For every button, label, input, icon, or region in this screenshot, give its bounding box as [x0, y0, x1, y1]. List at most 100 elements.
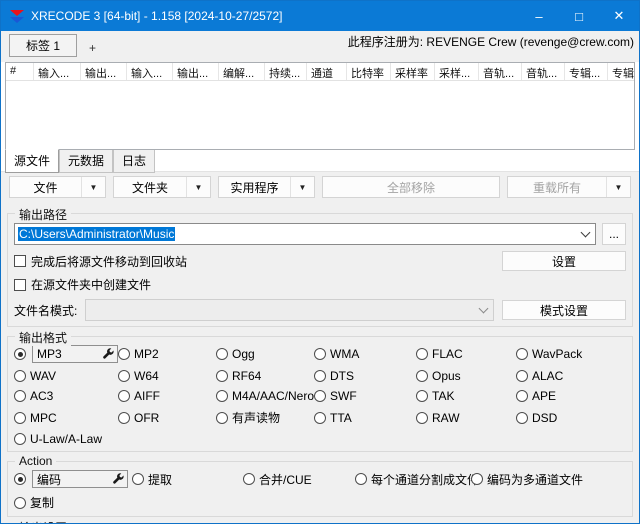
radio-icon — [118, 370, 130, 382]
radio-icon — [14, 390, 26, 402]
format-radio-tak[interactable]: TAK — [416, 389, 516, 403]
column-header[interactable]: # — [6, 63, 34, 80]
reload-all-button[interactable]: 重载所有 ▼ — [507, 176, 631, 198]
format-radio-raw[interactable]: RAW — [416, 409, 516, 426]
checkbox-icon — [14, 279, 26, 291]
format-radio-audiobook[interactable]: 有声读物 — [216, 409, 314, 426]
radio-icon — [355, 473, 367, 485]
format-radio-ulaw[interactable]: U-Law/A-Law — [14, 432, 118, 446]
settings-button[interactable]: 设置 — [502, 251, 626, 271]
xrecode-window: XRECODE 3 [64-bit] - 1.158 [2024-10-27/2… — [0, 0, 640, 524]
action-radio-extract[interactable]: 提取 — [132, 470, 243, 488]
chevron-down-icon[interactable]: ▼ — [290, 177, 314, 197]
format-radio-opus[interactable]: Opus — [416, 369, 516, 383]
format-radio-dts[interactable]: DTS — [314, 369, 416, 383]
browse-button[interactable]: ... — [602, 223, 626, 245]
format-radio-dsd[interactable]: DSD — [516, 409, 626, 426]
column-header[interactable]: 专辑... — [608, 63, 635, 80]
chevron-down-icon[interactable]: ▼ — [81, 177, 105, 197]
action-radio-split-channels[interactable]: 每个通道分割成文件 — [355, 470, 471, 488]
source-files-page: # 输入... 输出... 输入... 输出... 编解... 持续... 通道… — [1, 62, 639, 172]
format-radio-rf64[interactable]: RF64 — [216, 369, 314, 383]
radio-icon — [516, 370, 528, 382]
action-radio-multichannel[interactable]: 编码为多通道文件 — [471, 470, 626, 488]
maximize-icon[interactable]: □ — [559, 1, 599, 31]
tab-source-files[interactable]: 源文件 — [5, 149, 59, 173]
format-radio-ofr[interactable]: OFR — [118, 409, 216, 426]
column-header[interactable]: 编解... — [219, 63, 265, 80]
radio-icon — [516, 390, 528, 402]
radio-icon — [416, 348, 428, 360]
output-path-value: C:\Users\Administrator\Music — [18, 227, 175, 241]
tab-log[interactable]: 日志 — [113, 150, 155, 173]
column-header[interactable]: 比特率 — [347, 63, 391, 80]
chevron-down-icon[interactable] — [581, 228, 591, 238]
radio-icon — [216, 390, 228, 402]
action-radio-encode[interactable]: 编码 — [14, 470, 132, 488]
column-header[interactable]: 输入... — [34, 63, 81, 80]
radio-icon — [216, 348, 228, 360]
radio-icon — [132, 473, 144, 485]
radio-icon — [118, 412, 130, 424]
output-path-group: 输出路径 C:\Users\Administrator\Music ... 完成… — [7, 213, 633, 327]
wrench-icon[interactable] — [112, 473, 124, 485]
column-header[interactable]: 通道 — [307, 63, 347, 80]
format-radio-alac[interactable]: ALAC — [516, 369, 626, 383]
format-radio-w64[interactable]: W64 — [118, 369, 216, 383]
action-radio-merge-cue[interactable]: 合并/CUE — [243, 470, 355, 488]
format-radio-tta[interactable]: TTA — [314, 409, 416, 426]
tab-metadata[interactable]: 元数据 — [59, 150, 113, 173]
registration-text: 此程序注册为: REVENGE Crew (revenge@crew.com) — [348, 33, 634, 50]
format-radio-mp3[interactable]: MP3 — [14, 345, 118, 363]
format-radio-mpc[interactable]: MPC — [14, 409, 118, 426]
radio-icon — [314, 348, 326, 360]
format-radio-ape[interactable]: APE — [516, 389, 626, 403]
format-radio-ac3[interactable]: AC3 — [14, 389, 118, 403]
column-header[interactable]: 输出... — [81, 63, 127, 80]
radio-icon — [416, 370, 428, 382]
column-header[interactable]: 输入... — [127, 63, 173, 80]
file-list[interactable]: # 输入... 输出... 输入... 输出... 编解... 持续... 通道… — [5, 62, 635, 150]
filename-pattern-combo[interactable] — [85, 299, 494, 321]
chevron-down-icon[interactable]: ▼ — [186, 177, 210, 197]
column-header[interactable]: 输出... — [173, 63, 219, 80]
format-radio-wavpack[interactable]: WavPack — [516, 345, 626, 363]
format-radio-ogg[interactable]: Ogg — [216, 345, 314, 363]
create-in-source-checkbox[interactable]: 在源文件夹中创建文件 — [14, 276, 151, 293]
radio-icon — [416, 390, 428, 402]
chevron-down-icon[interactable]: ▼ — [606, 177, 630, 197]
format-radio-m4a[interactable]: M4A/AAC/Nero — [216, 389, 314, 403]
output-path-combo[interactable]: C:\Users\Administrator\Music — [14, 223, 596, 245]
close-icon[interactable]: ✕ — [599, 1, 639, 31]
radio-icon — [14, 473, 26, 485]
column-header[interactable]: 采样... — [435, 63, 479, 80]
action-group: Action 编码 提取 合并/CUE 每个通道分割成文件 编码为多通道文件 复… — [7, 461, 633, 517]
format-radio-flac[interactable]: FLAC — [416, 345, 516, 363]
column-header[interactable]: 专辑... — [565, 63, 608, 80]
folder-button[interactable]: 文件夹 ▼ — [113, 176, 211, 198]
column-header[interactable]: 音轨... — [522, 63, 565, 80]
filename-pattern-label: 文件名模式: — [14, 302, 77, 319]
group-label: 输出路径 — [15, 206, 71, 223]
output-format-group: 输出格式 MP3 MP2 Ogg WMA FLAC WavPack WAV W6… — [7, 336, 633, 452]
format-radio-wma[interactable]: WMA — [314, 345, 416, 363]
column-header[interactable]: 持续... — [265, 63, 307, 80]
minimize-icon[interactable]: – — [519, 1, 559, 31]
radio-icon — [416, 412, 428, 424]
column-header[interactable]: 音轨... — [479, 63, 522, 80]
action-radio-copy[interactable]: 复制 — [14, 494, 132, 511]
add-tab-button[interactable]: + — [77, 39, 108, 57]
file-button[interactable]: 文件 ▼ — [9, 176, 106, 198]
remove-all-button[interactable]: 全部移除 — [322, 176, 500, 198]
format-radio-wav[interactable]: WAV — [14, 369, 118, 383]
list-subtabs: 源文件 元数据 日志 — [1, 150, 639, 170]
wrench-icon[interactable] — [102, 348, 114, 360]
format-radio-mp2[interactable]: MP2 — [118, 345, 216, 363]
pattern-settings-button[interactable]: 模式设置 — [502, 300, 626, 320]
tab-label-1[interactable]: 标签 1 — [9, 34, 77, 57]
column-header[interactable]: 采样率 — [391, 63, 435, 80]
utilities-button[interactable]: 实用程序 ▼ — [218, 176, 315, 198]
move-to-recycle-checkbox[interactable]: 完成后将源文件移动到回收站 — [14, 253, 187, 270]
format-radio-swf[interactable]: SWF — [314, 389, 416, 403]
format-radio-aiff[interactable]: AIFF — [118, 389, 216, 403]
